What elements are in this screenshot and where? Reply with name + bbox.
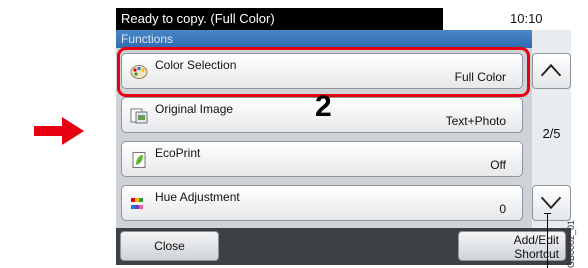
add-edit-line1: Add/Edit xyxy=(513,233,559,247)
original-image-icon xyxy=(130,108,148,124)
ecoprint-leaf-icon xyxy=(132,152,146,168)
function-item-label: Original Image xyxy=(155,102,234,116)
section-title-side xyxy=(532,30,571,48)
hue-adjustment-icon xyxy=(131,198,143,209)
pointer-arrow-icon xyxy=(34,117,84,145)
scroll-down-button[interactable] xyxy=(532,185,571,221)
chevron-up-icon xyxy=(540,63,562,77)
chevron-down-icon xyxy=(540,196,562,210)
status-message: Ready to copy. (Full Color) xyxy=(116,8,443,30)
figure-code: GB0002_01 xyxy=(566,219,576,268)
page-indicator: 2/5 xyxy=(542,126,561,141)
add-edit-shortcut-button[interactable]: Add/Edit Shortcut xyxy=(458,231,566,261)
touch-panel-screen: Ready to copy. (Full Color) 10:10 Functi… xyxy=(116,8,571,265)
function-item-value: Off xyxy=(490,158,506,172)
function-item-value: 0 xyxy=(499,202,506,216)
section-title: Functions xyxy=(116,30,532,48)
step-number: 2 xyxy=(315,90,332,123)
function-item-value: Text+Photo xyxy=(445,114,506,128)
status-time: 10:10 xyxy=(510,11,543,26)
status-area xyxy=(443,8,571,30)
function-item-ecoprint[interactable]: EcoPrint Off xyxy=(121,141,523,177)
function-item-label: EcoPrint xyxy=(155,146,201,160)
callout-line xyxy=(547,213,548,268)
scroll-up-button[interactable] xyxy=(532,53,571,89)
function-item-label: Hue Adjustment xyxy=(155,190,240,204)
bottom-bar: Close Add/Edit Shortcut xyxy=(116,228,571,265)
add-edit-line2: Shortcut xyxy=(514,247,559,261)
function-item-hue-adjustment[interactable]: Hue Adjustment 0 xyxy=(121,185,523,221)
close-button[interactable]: Close xyxy=(120,231,219,261)
